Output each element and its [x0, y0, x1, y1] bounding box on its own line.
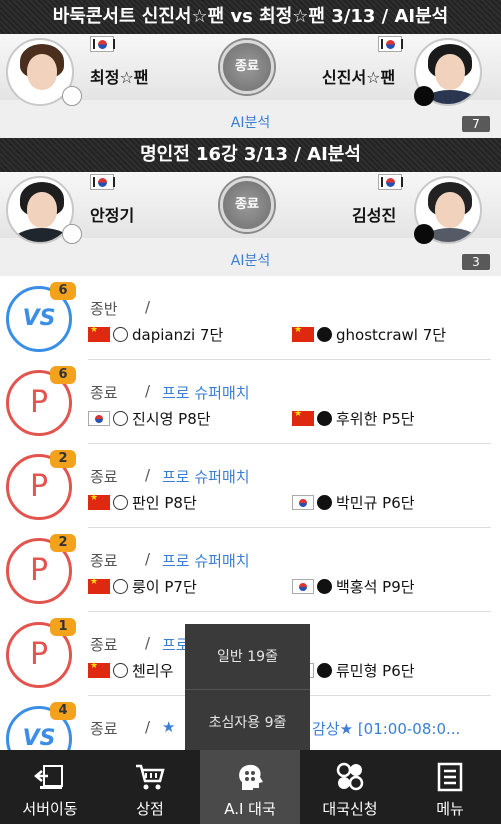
black-player: ghostcrawl 7단: [292, 324, 446, 344]
menu-item-19x19[interactable]: 일반 19줄: [185, 624, 310, 690]
china-flag-icon: [88, 325, 110, 342]
nav-ai-game[interactable]: A.I 대국: [200, 750, 300, 824]
korea-flag-icon: [88, 411, 110, 426]
nav-server-move[interactable]: 서버이동: [0, 750, 100, 824]
china-flag-icon: [88, 661, 110, 678]
white-player: 판인 P8단: [88, 492, 197, 512]
match-status-button[interactable]: 종료: [220, 178, 274, 232]
korea-flag-icon: [90, 174, 115, 190]
match-status-button[interactable]: 종료: [220, 40, 274, 94]
white-stone-icon: [62, 86, 82, 106]
white-stone-icon: [113, 663, 128, 678]
black-stone-icon: [317, 579, 332, 594]
game-status: 종반: [90, 300, 118, 318]
white-player: 룽이 P7단: [88, 576, 197, 596]
featured-match-2[interactable]: 명인전 16강 3/13 / AI분석 안정기 종료 김성진 AI분석 3: [0, 138, 501, 276]
china-flag-icon: [88, 493, 110, 510]
cart-icon: [136, 764, 165, 790]
white-player: 첸리우: [88, 660, 173, 680]
game-status: 종료: [90, 720, 118, 738]
white-stone-icon: [62, 224, 82, 244]
game-row[interactable]: VS 6 종반 / dapianzi 7단 ghostcrawl 7단: [0, 276, 501, 360]
game-row[interactable]: P 2 종료 / 프로 슈퍼매치 판인 P8단 박민규 P6단: [0, 444, 501, 528]
count-badge: 6: [50, 282, 76, 300]
nav-shop[interactable]: 상점: [100, 750, 200, 824]
right-player-name: 김성진: [352, 206, 397, 225]
white-stone-icon: [113, 495, 128, 510]
korea-flag-icon: [90, 36, 115, 52]
viewer-count-badge: 3: [462, 254, 490, 270]
china-flag-icon: [292, 325, 314, 342]
black-player: 백홍석 P9단: [292, 576, 415, 596]
left-player-name: 최정☆팬: [90, 68, 149, 87]
game-title: 프로 슈퍼매치: [162, 468, 250, 486]
korea-flag-icon: [292, 579, 314, 594]
black-stone-icon: [414, 86, 434, 106]
korea-flag-icon: [292, 495, 314, 510]
left-player-name: 안정기: [90, 206, 135, 225]
right-player-name: 신진서☆팬: [322, 68, 396, 87]
server-move-icon: [34, 765, 63, 789]
ai-analysis-link[interactable]: AI분석: [0, 112, 501, 132]
black-stone-icon: [414, 224, 434, 244]
korea-flag-icon: [378, 36, 403, 52]
game-title: 프로 슈퍼매치: [162, 552, 250, 570]
white-stone-icon: [113, 579, 128, 594]
ai-head-icon: [239, 764, 263, 790]
game-status: 종료: [90, 384, 118, 402]
black-stone-icon: [317, 327, 332, 342]
game-row[interactable]: P 6 종료 / 프로 슈퍼매치 진시영 P8단 후위한 P5단: [0, 360, 501, 444]
game-status: 종료: [90, 636, 118, 654]
count-badge: 2: [50, 534, 76, 552]
game-status: 종료: [90, 468, 118, 486]
black-player: 박민규 P6단: [292, 492, 415, 512]
game-status: 종료: [90, 552, 118, 570]
board-size-menu: 일반 19줄 초심자용 9줄: [185, 624, 310, 756]
count-badge: 6: [50, 366, 76, 384]
menu-list-icon: [437, 762, 463, 792]
game-title-tail: 감상★ [01:00-08:0...: [312, 720, 461, 738]
china-flag-icon: [88, 577, 110, 594]
viewer-count-badge: 7: [462, 116, 490, 132]
ai-analysis-link[interactable]: AI분석: [0, 250, 501, 270]
count-badge: 2: [50, 450, 76, 468]
white-player: dapianzi 7단: [88, 324, 223, 344]
match-title: 바둑콘서트 신진서☆팬 vs 최정☆팬 3/13 / AI분석: [52, 6, 449, 27]
nav-menu[interactable]: 메뉴: [400, 750, 500, 824]
count-badge: 1: [50, 618, 76, 636]
menu-item-9x9[interactable]: 초심자용 9줄: [185, 690, 310, 756]
game-title: ★: [162, 718, 176, 736]
nav-match-request[interactable]: 대국신청: [300, 750, 400, 824]
black-player: 후위한 P5단: [292, 408, 415, 428]
white-stone-icon: [113, 327, 128, 342]
black-player: 류민형 P6단: [292, 660, 415, 680]
black-stone-icon: [317, 495, 332, 510]
white-stone-icon: [113, 411, 128, 426]
go-stones-icon: [336, 762, 364, 791]
china-flag-icon: [292, 409, 314, 426]
game-title: 프로 슈퍼매치: [162, 384, 250, 402]
bottom-nav: 서버이동 상점 A.I 대국 대국신청 메뉴: [0, 750, 501, 824]
black-stone-icon: [317, 663, 332, 678]
match-title: 명인전 16강 3/13 / AI분석: [140, 144, 361, 165]
count-badge: 4: [50, 702, 76, 720]
game-row[interactable]: P 2 종료 / 프로 슈퍼매치 룽이 P7단 백홍석 P9단: [0, 528, 501, 612]
black-stone-icon: [317, 411, 332, 426]
app-screen: 바둑콘서트 신진서☆팬 vs 최정☆팬 3/13 / AI분석 최정☆팬 종료 …: [0, 0, 501, 824]
korea-flag-icon: [378, 174, 403, 190]
featured-match-1[interactable]: 바둑콘서트 신진서☆팬 vs 최정☆팬 3/13 / AI분석 최정☆팬 종료 …: [0, 0, 501, 138]
white-player: 진시영 P8단: [88, 408, 211, 428]
